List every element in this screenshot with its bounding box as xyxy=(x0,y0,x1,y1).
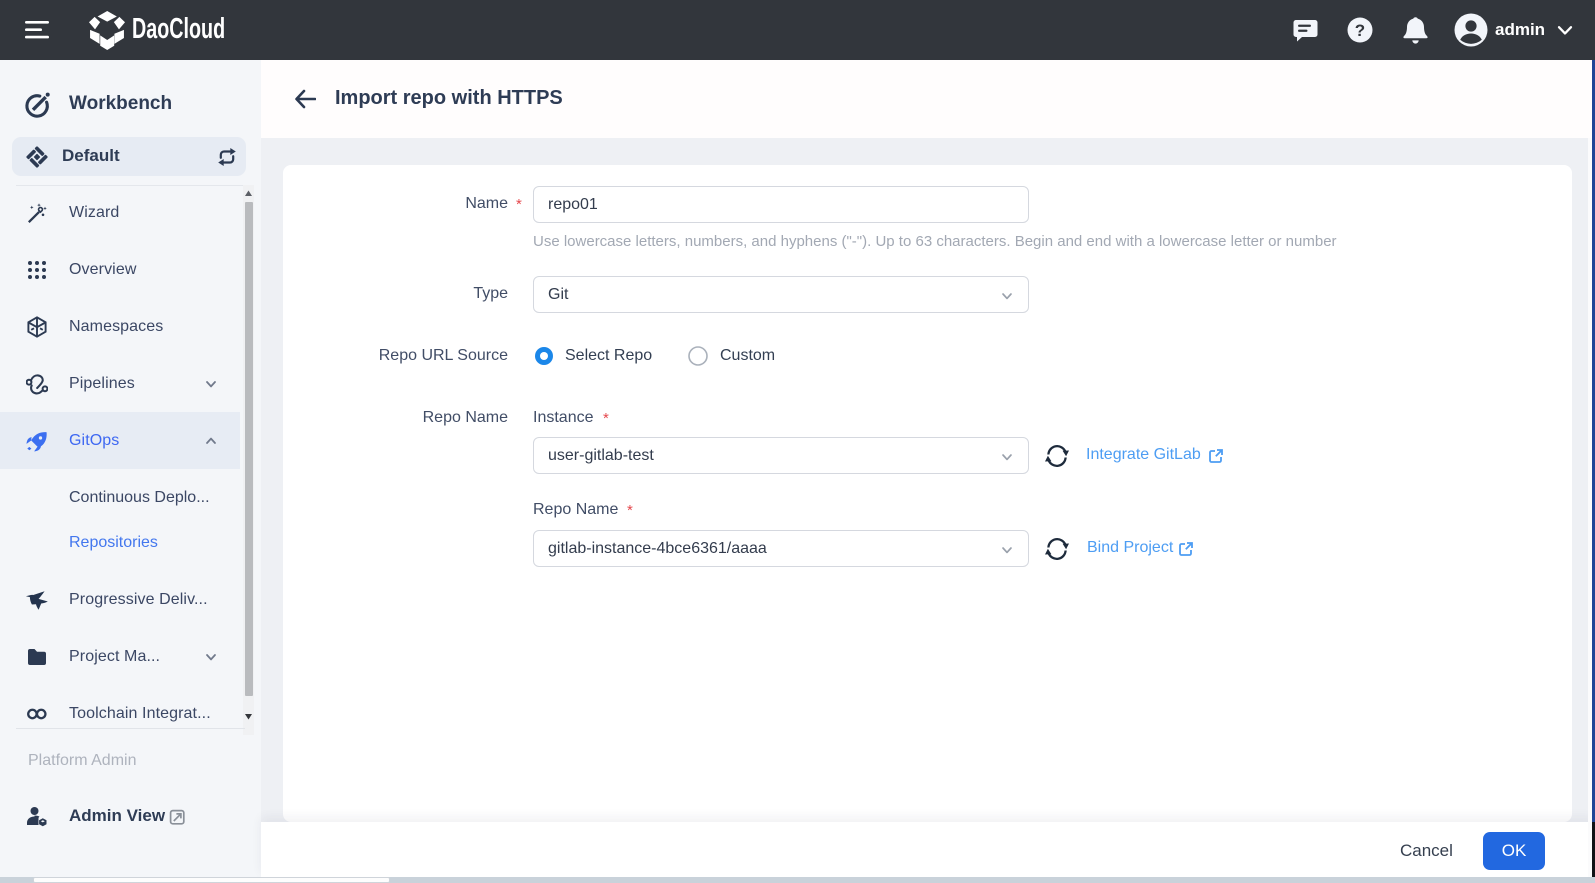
svg-text:?: ? xyxy=(1355,21,1365,40)
